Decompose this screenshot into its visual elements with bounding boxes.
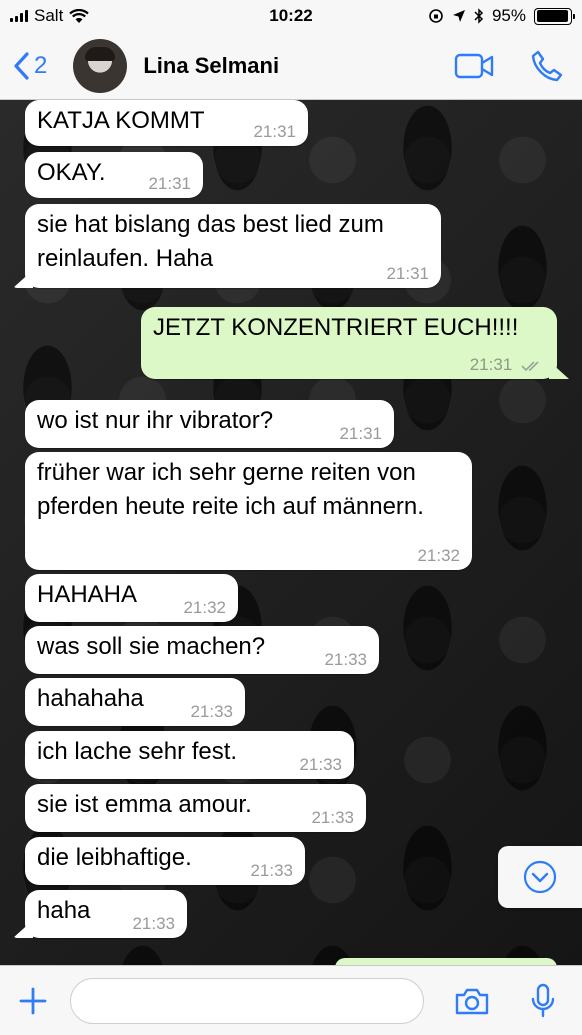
message-bubble[interactable]: ich lache sehr fest. 21:33 [25, 731, 354, 779]
plus-icon[interactable] [18, 986, 48, 1016]
message-bubble[interactable]: früher war ich sehr gerne reiten von pfe… [25, 452, 472, 570]
status-left: Salt [10, 6, 90, 26]
scroll-to-bottom-button[interactable] [498, 846, 582, 908]
message-time: 21:33 [190, 702, 233, 721]
header-actions [454, 49, 570, 83]
status-bar: Salt 10:22 95% [0, 0, 582, 32]
message-text: haha [37, 897, 91, 924]
message-text: sie ist emma amour. [37, 791, 252, 818]
message-time: 21:33 [132, 914, 175, 933]
status-right: 95% [428, 6, 575, 26]
unread-count: 2 [34, 51, 48, 79]
chevron-down-circle-icon [523, 860, 557, 894]
message-text: sie hat bislang das best lied zum reinla… [37, 211, 384, 272]
message-text: OKAY. [37, 159, 106, 186]
message-text: früher war ich sehr gerne reiten von pfe… [37, 459, 424, 520]
bluetooth-icon [474, 8, 484, 24]
message-time: 21:31 [339, 424, 382, 443]
message-text: die leibhaftige. [37, 844, 192, 871]
signal-icon [10, 10, 28, 22]
message-time-text: 21:31 [469, 355, 513, 374]
message-bubble[interactable]: OKAY. 21:31 [25, 152, 203, 198]
message-time: 21:33 [250, 861, 293, 880]
input-bar [0, 965, 582, 1035]
message-bubble[interactable]: haha 21:33 [25, 890, 187, 938]
message-bubble[interactable]: was soll sie machen? 21:33 [25, 626, 379, 674]
message-time: 21:31 [386, 264, 429, 283]
camera-icon[interactable] [454, 986, 490, 1016]
message-text: was soll sie machen? [37, 633, 266, 660]
message-text: JETZT KONZENTRIERT EUCH!!!! [153, 314, 519, 341]
message-bubble[interactable]: KATJA KOMMT 21:31 [25, 100, 308, 146]
message-time: 21:31 [253, 122, 296, 141]
contact-name[interactable]: Lina Selmani [143, 53, 279, 79]
message-bubble[interactable]: wo ist nur ihr vibrator? 21:31 [25, 400, 394, 448]
double-check-icon [521, 360, 539, 371]
message-text: HAHAHA [37, 581, 138, 608]
battery-percent: 95% [491, 6, 526, 25]
message-time: 21:33 [299, 755, 342, 774]
message-bubble[interactable]: hahahaha 21:33 [25, 678, 245, 726]
chat-header: 2 Lina Selmani [0, 32, 582, 100]
message-time: 21:32 [183, 598, 226, 617]
message-time: 21:33 [311, 808, 354, 827]
message-time: 21:33 [324, 650, 367, 669]
message-text: ich lache sehr fest. [37, 738, 238, 765]
video-camera-icon[interactable] [454, 53, 494, 79]
clock: 10:22 [269, 6, 313, 25]
battery-icon [534, 7, 575, 25]
message-bubble[interactable]: sie hat bislang das best lied zum reinla… [25, 204, 441, 288]
back-button[interactable]: 2 [12, 51, 47, 81]
message-text: wo ist nur ihr vibrator? [37, 407, 274, 434]
carrier-label: Salt [34, 6, 64, 25]
location-icon [452, 10, 465, 22]
message-time: 21:31 [148, 174, 191, 193]
avatar[interactable] [73, 38, 128, 93]
chat-area[interactable]: KATJA KOMMT 21:31 OKAY. 21:31 sie hat bi… [0, 100, 582, 965]
microphone-icon[interactable] [530, 983, 556, 1019]
message-text: KATJA KOMMT [37, 107, 205, 134]
message-bubble[interactable]: JETZT KONZENTRIERT EUCH!!!! 21:31 [141, 307, 557, 379]
message-bubble[interactable]: HAHAHA 21:32 [25, 574, 238, 622]
phone-icon[interactable] [530, 49, 564, 83]
chevron-left-icon [14, 51, 29, 80]
message-bubble[interactable]: die leibhaftige. 21:33 [25, 837, 305, 885]
battery-level [536, 10, 568, 22]
wifi-icon [69, 8, 90, 23]
message-input[interactable] [70, 977, 424, 1024]
input-actions [454, 983, 564, 1019]
message-time: 21:32 [417, 546, 460, 565]
orientation-lock-icon [429, 9, 443, 23]
message-bubble[interactable]: sie ist emma amour. 21:33 [25, 784, 366, 832]
message-time: 21:31 [470, 355, 543, 375]
message-text: hahahaha [37, 685, 144, 712]
